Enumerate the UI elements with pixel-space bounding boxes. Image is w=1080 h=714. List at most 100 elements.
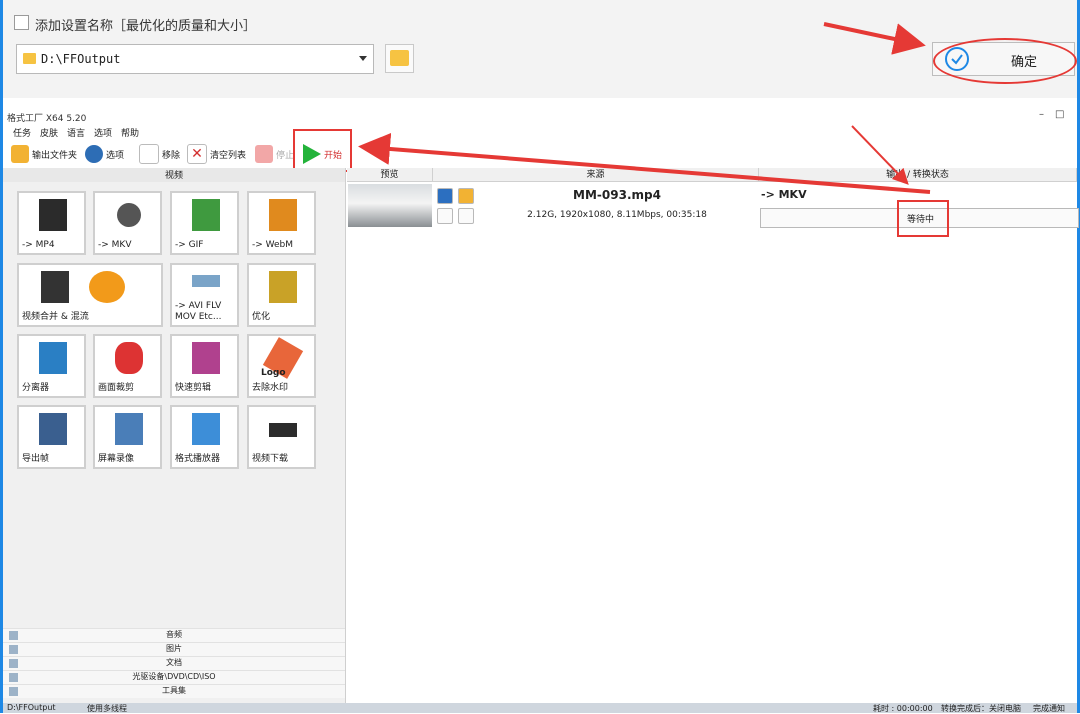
tile-to-gif[interactable]: -> GIF [170, 191, 239, 255]
tile-to-mkv[interactable]: -> MKV [93, 191, 162, 255]
window-title: 格式工厂 X64 5.20 [7, 114, 87, 124]
setting-name-checkbox[interactable] [14, 15, 29, 30]
tile-splitter[interactable]: 分离器 [17, 334, 86, 398]
function-panel: 视频 -> MP4 -> MKV -> GIF -> WebM 视频合并 & 混… [3, 168, 346, 703]
output-folder-button[interactable]: 输出文件夹 [11, 142, 77, 166]
category-tools[interactable]: 工具集 [3, 684, 345, 698]
shutdown-checkbox[interactable]: 转换完成后：关闭电脑 [941, 703, 1021, 714]
close-icon: ✕ [187, 144, 207, 164]
output-settings-dialog: 添加设置名称［最优化的质量和大小］ D:\FFOutput 确定 [3, 0, 1077, 98]
download-icon [269, 423, 297, 437]
tile-remove-watermark[interactable]: Logo 去除水印 [247, 334, 316, 398]
stop-label: 停止 [276, 150, 295, 161]
statusbar-path[interactable]: D:\FFOutput [7, 703, 56, 712]
menu-task[interactable]: 任务 [13, 126, 31, 139]
file-name: MM-093.mp4 [573, 188, 661, 202]
options-label: 选项 [106, 150, 125, 161]
output-path-select[interactable]: D:\FFOutput [16, 44, 374, 74]
tile-to-webm[interactable]: -> WebM [247, 191, 316, 255]
category-label: 光驱设备\DVD\CD\ISO [132, 672, 216, 681]
tile-player[interactable]: 格式播放器 [170, 405, 239, 469]
image-icon [9, 645, 18, 654]
col-preview[interactable]: 预览 [347, 168, 433, 182]
tile-crop[interactable]: 画面裁剪 [93, 334, 162, 398]
frames-icon [39, 413, 67, 445]
tile-label: -> MP4 [22, 240, 55, 250]
mp4-icon [39, 199, 67, 231]
tile-label: 视频下载 [252, 454, 289, 464]
tile-optimize[interactable]: 优化 [247, 263, 316, 327]
task-list: 预览 来源 输出 / 转换状态 MM-093.mp4 2.12G, 1920x1… [347, 168, 1079, 703]
film-icon [41, 271, 69, 303]
splitter-icon [39, 342, 67, 374]
tile-label: -> GIF [175, 240, 204, 250]
tile-screen-record[interactable]: 屏幕录像 [93, 405, 162, 469]
tile-merge-mux[interactable]: 视频合并 & 混流 [17, 263, 163, 327]
menu-help[interactable]: 帮助 [121, 126, 139, 139]
minimize-button[interactable]: – [1039, 109, 1044, 120]
tile-label: -> AVI FLV [175, 301, 222, 311]
quick-clip-icon [192, 342, 220, 374]
tile-video-download[interactable]: 视频下载 [247, 405, 316, 469]
music-icon [89, 271, 125, 303]
format-factory-window: 格式工厂 X64 5.20 – □ 任务 皮肤 语言 选项 帮助 输出文件夹 选… [3, 106, 1079, 713]
category-label: 工具集 [162, 686, 186, 695]
menu-language[interactable]: 语言 [67, 126, 85, 139]
scissors-icon [115, 342, 143, 374]
category-document[interactable]: 文档 [3, 656, 345, 670]
tile-quick-clip[interactable]: 快速剪辑 [170, 334, 239, 398]
clip-icon[interactable] [458, 208, 474, 224]
clear-list-button[interactable]: ✕ 清空列表 [187, 142, 246, 166]
tile-label: 格式播放器 [175, 454, 221, 464]
category-video[interactable]: 视频 [3, 168, 345, 182]
tile-to-other[interactable]: -> AVI FLV MOV Etc... [170, 263, 239, 327]
tile-export-frames[interactable]: 导出帧 [17, 405, 86, 469]
annotation-status-box [897, 200, 949, 237]
folder-icon [23, 53, 36, 64]
col-output[interactable]: 输出 / 转换状态 [759, 168, 1077, 182]
multithread-checkbox[interactable]: 使用多线程 [87, 703, 127, 714]
tile-label: 去除水印 [252, 383, 289, 393]
annotation-ellipse [933, 38, 1077, 84]
info-icon[interactable] [437, 188, 453, 204]
gear-icon [85, 145, 103, 163]
maximize-button[interactable]: □ [1055, 109, 1064, 120]
category-image[interactable]: 图片 [3, 642, 345, 656]
remove-label: 移除 [162, 150, 181, 161]
output-folder-label: 输出文件夹 [32, 150, 78, 161]
webm-icon [269, 199, 297, 231]
file-info: 2.12G, 1920x1080, 8.11Mbps, 00:35:18 [527, 210, 707, 220]
remove-icon [139, 144, 159, 164]
status-bar: D:\FFOutput 使用多线程 耗时 : 00:00:00 转换完成后：关闭… [3, 703, 1077, 713]
col-source[interactable]: 来源 [433, 168, 759, 182]
document-icon [9, 659, 18, 668]
category-label: 图片 [166, 644, 182, 653]
elapsed-time: 耗时 : 00:00:00 [873, 704, 933, 713]
player-icon [192, 413, 220, 445]
tile-label: 导出帧 [22, 454, 50, 464]
menu-options[interactable]: 选项 [94, 126, 112, 139]
tile-label-2: MOV Etc... [175, 312, 222, 322]
settings-icon[interactable] [437, 208, 453, 224]
browse-folder-button[interactable] [385, 44, 414, 73]
tile-label: 画面裁剪 [98, 383, 135, 393]
output-path-value: D:\FFOutput [41, 52, 121, 66]
folder-icon[interactable] [458, 188, 474, 204]
notify-checkbox[interactable]: 完成通知 [1033, 703, 1065, 714]
screen-record-icon [115, 413, 143, 445]
formats-icon [192, 275, 220, 287]
category-audio[interactable]: 音频 [3, 628, 345, 642]
tile-label: 屏幕录像 [98, 454, 135, 464]
video-thumbnail [348, 184, 432, 227]
options-button[interactable]: 选项 [85, 142, 124, 166]
clear-list-label: 清空列表 [210, 150, 247, 161]
optimize-icon [269, 271, 297, 303]
menu-skin[interactable]: 皮肤 [40, 126, 58, 139]
stop-button[interactable]: 停止 [255, 142, 294, 166]
category-rom[interactable]: 光驱设备\DVD\CD\ISO [3, 670, 345, 684]
tile-label: 优化 [252, 312, 271, 322]
remove-button[interactable]: 移除 [139, 142, 180, 166]
tile-label: -> MKV [98, 240, 132, 250]
tile-label: -> WebM [252, 240, 294, 250]
tile-to-mp4[interactable]: -> MP4 [17, 191, 86, 255]
